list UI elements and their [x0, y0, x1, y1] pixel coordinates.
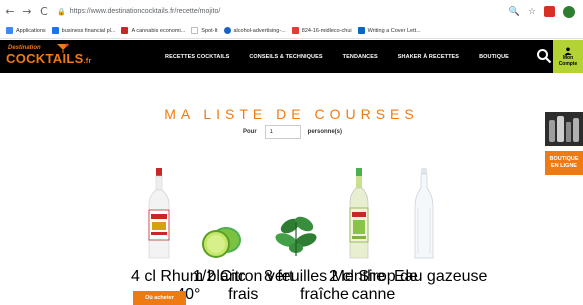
rum-bottle-image[interactable] [146, 168, 172, 260]
persons-selector: Pour personne(s) [243, 124, 342, 140]
bookmark-icon [223, 27, 231, 34]
extension-icon[interactable] [544, 6, 555, 17]
bookmark-icon [51, 27, 59, 34]
user-icon [564, 47, 572, 55]
bookmark-icon [291, 27, 299, 34]
profile-avatar[interactable] [563, 5, 575, 18]
zoom-icon[interactable]: 🔍 [509, 7, 520, 17]
star-icon[interactable]: ☆ [528, 7, 536, 17]
menu-recettes[interactable]: RECETTES COCKTAILS [165, 54, 229, 60]
where-to-buy-button[interactable]: Où acheter [133, 291, 186, 305]
persons-input[interactable] [264, 125, 301, 139]
account-label-2: Compte [558, 60, 578, 67]
bookmark-icon [121, 27, 129, 34]
main-menu: RECETTES COCKTAILS CONSEILS & TECHNIQUES… [165, 40, 529, 73]
address-text: https://www.destinationcocktails.fr/rece… [69, 8, 221, 15]
address-bar[interactable]: 🔒 https://www.destinationcocktails.fr/re… [57, 4, 509, 20]
browser-toolbar: ← → C 🔒 https://www.destinationcocktails… [0, 0, 583, 23]
bookmark-item[interactable]: Spot-It [191, 27, 218, 34]
mint-leaves-image[interactable] [270, 208, 322, 260]
logo-main: COCKTAILS.fr [6, 51, 92, 66]
product-caption: Eau gazeuse [394, 268, 488, 285]
page-icon [191, 27, 199, 34]
bar-tools-image [545, 112, 583, 146]
sparkling-water-bottle-image[interactable] [413, 168, 435, 260]
menu-shaker[interactable]: SHAKER À RECETTES [398, 54, 459, 60]
search-icon[interactable] [536, 48, 552, 64]
bookmark-item[interactable]: Applications [6, 27, 46, 34]
forward-icon[interactable]: → [20, 5, 34, 19]
bookmark-item[interactable]: alcohol-advertising-... [223, 27, 286, 34]
bookmark-item[interactable]: business financial pl... [51, 27, 115, 34]
back-icon[interactable]: ← [3, 5, 17, 19]
bookmarks-bar: Applications business financial pl... A … [0, 23, 583, 39]
reload-icon[interactable]: C [37, 5, 51, 19]
product-list: 4 cl Rhum blanc 40° 1/2 Citron vert frai… [0, 160, 583, 305]
apps-icon [6, 27, 13, 34]
site-logo[interactable]: Destination COCKTAILS.fr [6, 43, 91, 69]
lime-image[interactable] [200, 220, 242, 260]
site-header: Destination COCKTAILS.fr RECETTES COCKTA… [0, 40, 583, 73]
menu-conseils[interactable]: CONSEILS & TECHNIQUES [249, 54, 322, 60]
bookmark-item[interactable]: A cannabis economi... [121, 27, 185, 34]
page-title: MA LISTE DE COURSES [164, 106, 419, 122]
bookmark-item[interactable]: 824-16-midleco-chui [291, 27, 352, 34]
linkedin-icon [357, 27, 365, 34]
lock-icon: 🔒 [57, 8, 66, 16]
menu-boutique[interactable]: BOUTIQUE [479, 54, 509, 60]
menu-tendances[interactable]: TENDANCES [343, 54, 378, 60]
persons-label: personne(s) [307, 129, 343, 135]
cane-syrup-bottle-image[interactable] [346, 168, 372, 260]
pour-label: Pour [243, 129, 257, 135]
account-button[interactable]: Mon Compte [553, 40, 583, 73]
bookmark-item[interactable]: Writing a Cover Lett... [357, 27, 421, 34]
